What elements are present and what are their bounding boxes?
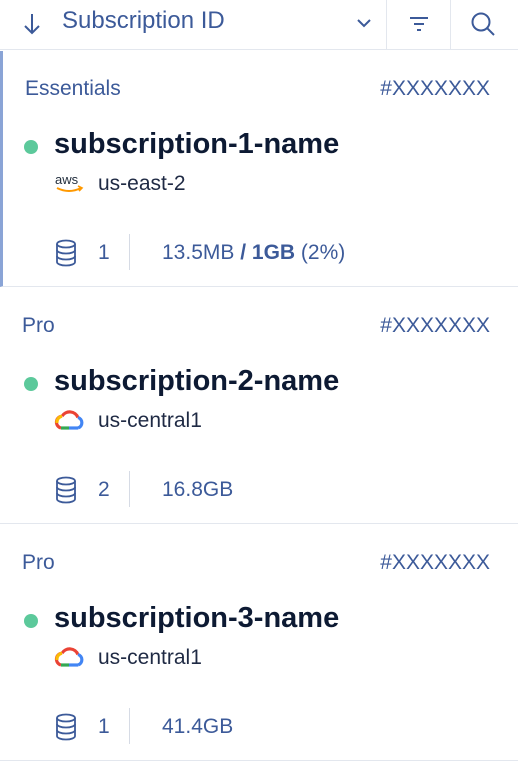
subscription-id: #XXXXXXX xyxy=(380,314,490,337)
region-label: us-central1 xyxy=(98,409,202,432)
status-active-icon xyxy=(24,140,38,154)
subscription-card[interactable]: Essentials #XXXXXXX subscription-1-name … xyxy=(0,51,518,287)
subscription-id: #XXXXXXX xyxy=(380,77,490,100)
database-count: 1 xyxy=(98,715,110,738)
plan-label: Essentials xyxy=(25,77,121,100)
subscription-name[interactable]: subscription-3-name xyxy=(54,600,339,636)
plan-label: Pro xyxy=(22,551,55,574)
search-button[interactable] xyxy=(451,0,518,50)
arrow-down-icon[interactable] xyxy=(22,12,42,36)
filter-button[interactable] xyxy=(387,0,450,50)
usage-separator: / xyxy=(234,241,252,264)
subscription-name[interactable]: subscription-1-name xyxy=(54,126,339,162)
usage-total: 1GB xyxy=(251,241,296,264)
divider xyxy=(129,234,130,270)
google-cloud-icon xyxy=(54,410,84,430)
memory-usage: 41.4GB xyxy=(162,715,234,738)
aws-icon: aws xyxy=(55,172,84,192)
status-active-icon xyxy=(24,377,38,391)
subscription-card[interactable]: Pro #XXXXXXX subscription-2-name us-cent… xyxy=(0,288,518,524)
chevron-down-icon[interactable] xyxy=(355,14,373,32)
status-active-icon xyxy=(24,614,38,628)
usage-percent: (2%) xyxy=(295,241,346,264)
database-icon xyxy=(56,239,76,267)
memory-usage: 16.8GB xyxy=(162,478,234,501)
google-cloud-icon xyxy=(54,647,84,667)
subscription-name[interactable]: subscription-2-name xyxy=(54,363,339,399)
region-label: us-east-2 xyxy=(98,172,186,195)
database-icon xyxy=(56,476,76,504)
subscription-card[interactable]: Pro #XXXXXXX subscription-3-name us-cent… xyxy=(0,525,518,761)
memory-usage: 13.5MB / 1GB (2%) xyxy=(162,240,345,266)
usage-used: 13.5MB xyxy=(162,241,235,264)
plan-label: Pro xyxy=(22,314,55,337)
aws-logo-text: aws xyxy=(55,172,79,187)
subscription-id: #XXXXXXX xyxy=(380,551,490,574)
list-header: Subscription ID xyxy=(0,0,518,50)
sort-field-label[interactable]: Subscription ID xyxy=(62,5,225,37)
database-count: 1 xyxy=(98,241,110,264)
divider xyxy=(129,708,130,744)
filter-icon xyxy=(410,17,428,31)
region-label: us-central1 xyxy=(98,646,202,669)
search-icon xyxy=(471,12,495,36)
database-icon xyxy=(56,713,76,741)
database-count: 2 xyxy=(98,478,110,501)
divider xyxy=(129,471,130,507)
